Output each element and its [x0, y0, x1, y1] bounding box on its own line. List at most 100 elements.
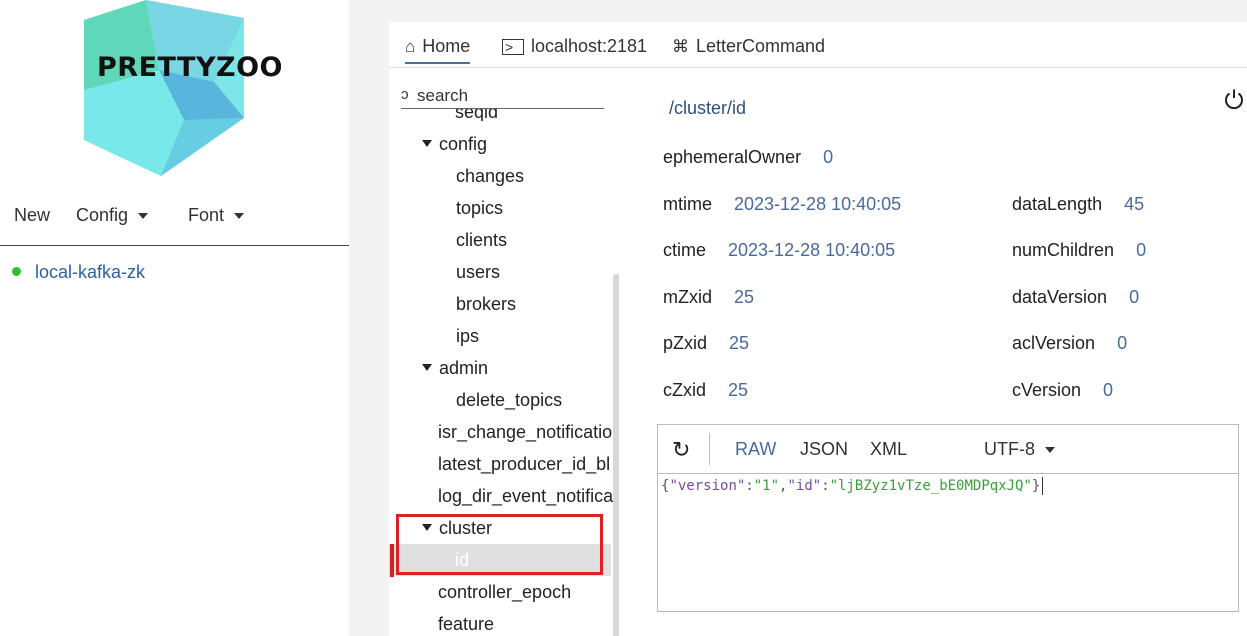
menu-new[interactable]: New [14, 205, 50, 226]
tree-node-log-dir-event-notification[interactable]: log_dir_event_notifica [438, 482, 613, 510]
logo-hexagon-icon [84, 0, 244, 176]
tree-node-changes[interactable]: changes [456, 162, 524, 190]
chevron-down-icon [234, 213, 245, 220]
tree-node-label: clients [456, 230, 508, 250]
field-value[interactable]: 0 [823, 147, 833, 167]
field-label: mtime [663, 194, 712, 214]
menu-font[interactable]: Font [188, 205, 245, 226]
tab-lettercommand[interactable]: ⌘ LetterCommand [672, 36, 825, 57]
chevron-down-icon [1045, 447, 1055, 454]
tab-home[interactable]: ⌂ Home [405, 36, 471, 64]
home-icon: ⌂ [405, 37, 416, 56]
field-label: ctime [663, 240, 707, 260]
json-colon: : [745, 478, 754, 494]
field-value[interactable]: 25 [729, 333, 749, 353]
sidebar-menubar: New Config Font [0, 200, 349, 234]
field-mzxid: mZxid 25 [663, 287, 754, 308]
toolbar-divider [709, 433, 710, 465]
selection-indicator [390, 544, 394, 577]
menu-font-label: Font [188, 205, 225, 225]
tree-node-ips[interactable]: ips [456, 322, 479, 350]
json-string: "ljBZyz1vTze_bE0MDPqxJQ" [829, 478, 1032, 494]
tree-scrollbar[interactable] [613, 274, 619, 636]
field-value[interactable]: 0 [1117, 333, 1127, 353]
field-value[interactable]: 0 [1129, 287, 1139, 307]
tree-node-latest-producer-id-block[interactable]: latest_producer_id_bl [438, 450, 613, 478]
tree-node-isr-change-notification[interactable]: isr_change_notificatio [438, 418, 613, 446]
highlight-box [396, 514, 603, 575]
expand-triangle-icon[interactable] [422, 139, 432, 147]
json-colon: : [821, 478, 830, 494]
format-raw-button[interactable]: RAW [735, 439, 776, 460]
field-value[interactable]: 2023-12-28 10:40:05 [734, 194, 901, 214]
field-data-length: dataLength 45 [1012, 194, 1144, 215]
tree-node-brokers[interactable]: brokers [456, 290, 516, 318]
format-json-button[interactable]: JSON [800, 439, 848, 460]
menu-new-label: New [14, 205, 51, 225]
tree-node-label: controller_epoch [438, 582, 572, 602]
tree-node-topics[interactable]: topics [456, 194, 503, 222]
tab-localhost[interactable]: >_ localhost:2181 [502, 36, 647, 57]
node-path: /cluster/id [669, 98, 747, 118]
field-label: cZxid [663, 380, 707, 400]
menu-config[interactable]: Config [76, 205, 149, 226]
node-detail: /cluster/id ephemeralOwner 0 mtime 2023-12… [651, 68, 1247, 636]
server-item-local-kafka-zk[interactable]: local-kafka-zk [12, 262, 145, 283]
power-icon[interactable] [1223, 88, 1245, 110]
field-value[interactable]: 2023-12-28 10:40:05 [728, 240, 895, 260]
tree-node-label: delete_topics [456, 390, 563, 410]
field-c-version: cVersion 0 [1012, 380, 1113, 401]
tree-node-label: isr_change_notificatio [438, 422, 613, 442]
field-label: pZxid [663, 333, 708, 353]
tree-node-config[interactable]: config [422, 130, 487, 158]
field-label: mZxid [663, 287, 712, 307]
tree-node-seqid[interactable]: seqid [455, 109, 498, 121]
field-label: numChildren [1012, 240, 1115, 260]
data-editor: ↻ RAW JSON XML UTF-8 {"version":"1","id"… [657, 424, 1239, 612]
tree-node-label: feature [438, 614, 495, 634]
field-label: dataVersion [1012, 287, 1108, 307]
refresh-icon[interactable]: ↻ [672, 437, 690, 463]
tree-node-feature[interactable]: feature [438, 610, 494, 636]
editor-toolbar: ↻ RAW JSON XML UTF-8 [658, 425, 1238, 474]
field-value[interactable]: 25 [734, 287, 754, 307]
field-data-version: dataVersion 0 [1012, 287, 1139, 308]
tree-node-clients[interactable]: clients [456, 226, 507, 254]
encoding-value: UTF-8 [984, 439, 1035, 459]
field-ctime: ctime 2023-12-28 10:40:05 [663, 240, 895, 261]
tree-node-users[interactable]: users [456, 258, 500, 286]
field-value[interactable]: 45 [1124, 194, 1144, 214]
logo-text: PRETTYZOO [97, 52, 284, 83]
expand-triangle-icon[interactable] [422, 363, 432, 371]
tree-node-label: changes [456, 166, 525, 186]
format-xml-button[interactable]: XML [870, 439, 907, 460]
field-pzxid: pZxid 25 [663, 333, 749, 354]
field-value[interactable]: 25 [728, 380, 748, 400]
json-key: "id" [787, 478, 822, 494]
tree-node-label: seqid [455, 109, 499, 121]
field-ephemeral-owner: ephemeralOwner 0 [663, 147, 833, 168]
encoding-select[interactable]: UTF-8 [984, 439, 1055, 460]
field-value[interactable]: 0 [1136, 240, 1146, 260]
connected-status-icon [12, 266, 21, 276]
tab-lettercommand-label: LetterCommand [696, 36, 826, 56]
sidebar: PRETTYZOO New Config Font local-kafka-zk [0, 0, 349, 636]
search-input[interactable]: ɔ search [401, 76, 604, 109]
prettyzoo-logo: PRETTYZOO [84, 0, 288, 176]
tree-node-label: ips [456, 326, 480, 346]
tree-node-controller-epoch[interactable]: controller_epoch [438, 578, 571, 606]
field-num-children: numChildren 0 [1012, 240, 1146, 261]
search-placeholder: search [417, 86, 469, 105]
tree-node-label: log_dir_event_notifica [438, 486, 613, 506]
editor-content[interactable]: {"version":"1","id":"ljBZyz1vTze_bE0MDPq… [661, 477, 1044, 495]
tree-node-label: latest_producer_id_bl [438, 454, 611, 474]
json-key: "version" [669, 478, 746, 494]
terminal-icon: >_ [502, 39, 524, 55]
tree-node-delete-topics[interactable]: delete_topics [456, 386, 562, 414]
main-panel: ⌂ Home >_ localhost:2181 ⌘ LetterCommand ɔs… [389, 22, 1247, 636]
field-value[interactable]: 0 [1103, 380, 1113, 400]
tree-node-admin[interactable]: admin [422, 354, 488, 382]
field-label: cVersion [1012, 380, 1082, 400]
tree-node-label: brokers [456, 294, 517, 314]
chevron-down-icon [138, 213, 149, 220]
